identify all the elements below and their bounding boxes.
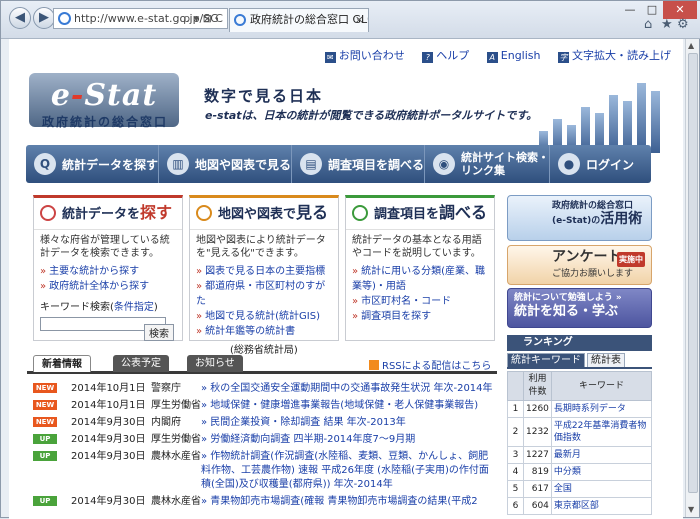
scroll-down-icon[interactable]: ▼	[688, 505, 694, 514]
advanced-search-link[interactable]: 条件指定	[114, 302, 154, 313]
link-survey-items[interactable]: 調査項目を探す	[352, 309, 488, 324]
table-row: 2 1232 平成22年基準消費者物価指数	[507, 417, 653, 447]
col-keyword: キーワード	[550, 371, 653, 401]
link-main-stats[interactable]: 主要な統計から探す	[40, 264, 176, 279]
nav-survey-items[interactable]: ▤ 調査項目を調べる	[292, 145, 426, 183]
language-icon: A	[486, 52, 498, 63]
magnifier-icon	[40, 205, 56, 221]
table-row: 5 617 全国	[507, 480, 653, 498]
text-size-link[interactable]: 字文字拡大・読み上げ	[558, 49, 671, 63]
web-page: ✉ お問い合わせ ? ヘルプ A English 字文字拡大・読み上げ e-Stat …	[9, 39, 683, 519]
map-panel-title: 地図や図表で見る	[190, 198, 338, 230]
rss-icon	[369, 360, 379, 370]
close-tab-icon[interactable]: ×	[355, 9, 364, 31]
link-classifications[interactable]: 統計に用いる分類(産業、職業等)・用語	[352, 264, 488, 294]
forward-icon[interactable]: ▶	[33, 7, 55, 29]
tab-notices[interactable]: お知らせ	[187, 355, 243, 372]
keyword-label: キーワード検索(条件指定)	[40, 302, 158, 313]
user-icon: ●	[558, 153, 581, 175]
main-nav: Q 統計データを探す ▥ 地図や図表で見る ▤ 調査項目を調べる ◉ 統計サイト検索・ …	[26, 145, 651, 183]
scrollbar-thumb[interactable]	[688, 53, 698, 493]
ranking-tabs: 統計キーワード 統計表	[507, 353, 652, 369]
vertical-scrollbar[interactable]: ▲ ▼	[685, 39, 699, 517]
contact-link[interactable]: ✉ お問い合わせ	[324, 49, 405, 63]
usage-guide-banner[interactable]: 政府統計の総合窓口 (e-Stat)の活用術	[507, 195, 652, 241]
back-icon[interactable]: ◀	[9, 7, 31, 29]
chart-icon: ▥	[167, 153, 190, 175]
link-all-stats[interactable]: 政府統計全体から探す	[40, 279, 176, 294]
link-key-indicators[interactable]: 図表で見る日本の主要指標	[196, 264, 332, 279]
tab-new-info[interactable]: 新着情報	[33, 355, 91, 372]
table-row: 1 1260 長期時系列データ	[507, 400, 653, 418]
table-row: 4 819 中分類	[507, 463, 653, 481]
document-icon: ▤	[300, 153, 323, 175]
minimize-button[interactable]: —	[619, 1, 641, 19]
tab-stat-keywords[interactable]: 統計キーワード	[507, 353, 585, 367]
nav-search-data[interactable]: Q 統計データを探す	[26, 145, 160, 183]
hero-tagline: e-statは、日本の統計が閲覧できる政府統計ポータルサイトです。	[205, 109, 538, 122]
table-row: 6 604 東京都区部	[507, 497, 653, 515]
ranking-header: ランキング	[507, 335, 652, 351]
ie-icon	[58, 12, 71, 25]
tab-publication-schedule[interactable]: 公表予定	[113, 355, 169, 372]
home-icon[interactable]: ⌂	[644, 17, 652, 32]
map-panel-desc: 地図や図表により統計データを"見える化"できます。	[196, 235, 326, 259]
link-stat-gis[interactable]: 地図で見る統計(統計GIS)	[196, 309, 332, 324]
search-icon: Q	[34, 153, 56, 175]
decorative-bar-graphic	[539, 73, 679, 153]
nav-site-search-links[interactable]: ◉ 統計サイト検索・ リンク集	[425, 145, 551, 183]
logo-subtitle: 政府統計の総合窓口	[41, 115, 168, 129]
link-yearbook[interactable]: 統計年鑑等の統計書	[196, 324, 332, 339]
document-search-icon	[352, 205, 368, 221]
address-bar[interactable]: http://www.e-stat.go.jp/SG ρ ▾ ⊠ C	[53, 8, 228, 29]
news-list: NEW2014年10月1日警察庁秋の全国交通安全運動期間中の交通事故発生状況 年…	[27, 382, 497, 512]
survey-panel-title: 調査項目を調べる	[346, 198, 494, 230]
settings-gear-icon[interactable]: ⚙	[677, 17, 689, 32]
ranking-table: 利用件数 キーワード 1 1260 長期時系列データ 2 1232 平成22年基準消費者物…	[507, 371, 653, 515]
address-actions[interactable]: ρ ▾ ⊠ C	[183, 9, 223, 28]
globe-icon: ◉	[433, 153, 456, 175]
col-hits: 利用件数	[523, 371, 552, 401]
nav-maps-charts[interactable]: ▥ 地図や図表で見る	[159, 145, 293, 183]
yearbook-note: (総務省統計局)	[230, 345, 298, 356]
english-link[interactable]: A English	[486, 49, 541, 63]
map-panel: 地図や図表で見る 地図や図表により統計データを"見える化"できます。 図表で見る…	[189, 195, 339, 356]
mail-icon: ✉	[324, 52, 336, 63]
search-panel-title: 統計データを探す	[34, 198, 182, 230]
accessibility-icon: 字	[558, 52, 569, 63]
browser-toolbar: ◀ ▶ http://www.e-stat.go.jp/SG ρ ▾ ⊠ C 政…	[1, 1, 700, 39]
utility-links: ✉ お問い合わせ ? ヘルプ A English 字文字拡大・読み上げ	[311, 47, 671, 63]
help-link[interactable]: ? ヘルプ	[422, 49, 469, 63]
link-municipality-codes[interactable]: 市区町村名・コード	[352, 294, 488, 309]
tab-stat-tables[interactable]: 統計表	[587, 353, 625, 367]
rss-link[interactable]: RSSによる配信はこちら	[369, 357, 491, 372]
nav-login[interactable]: ● ログイン	[550, 145, 651, 183]
help-icon: ?	[422, 52, 434, 63]
list-item: UP2014年9月30日農林水産省青果物卸売市場調査(確報 青果物卸売市場調査の…	[27, 495, 497, 512]
list-item: UP2014年9月30日農林水産省作物統計調査(作況調査(水陸稲、麦類、豆類、か…	[27, 450, 497, 495]
scroll-up-icon[interactable]: ▲	[688, 41, 694, 50]
search-panel-desc: 様々な府省が管理している統計データを検索できます。	[40, 235, 170, 259]
search-button[interactable]: 検索	[144, 324, 174, 341]
hero-title: 数字で見る日本	[204, 87, 324, 105]
tab-title: 政府統計の総合窓口 GL01...	[250, 13, 368, 26]
browser-window: ◀ ▶ http://www.e-stat.go.jp/SG ρ ▾ ⊠ C 政…	[0, 0, 700, 519]
list-item: UP2014年9月30日厚生労働省労働経済動向調査 四半期-2014年度7～9月…	[27, 433, 497, 450]
pie-chart-icon	[196, 205, 212, 221]
search-panel: 統計データを探す 様々な府省が管理している統計データを検索できます。 主要な統計…	[33, 195, 183, 341]
survey-panel: 調査項目を調べる 統計データの基本となる用語やコードを説明しています。 統計に用…	[345, 195, 495, 341]
link-prefecture-profile[interactable]: 都道府県・市区町村のすがた	[196, 279, 332, 309]
ongoing-badge: 実施中	[617, 252, 645, 267]
ie-tab-icon	[234, 14, 246, 26]
list-item: NEW2014年10月1日厚生労働省地域保健・健康増進事業報告(地域保健・老人保…	[27, 399, 497, 416]
survey-banner[interactable]: アンケート 実施中 ご協力お願いします	[507, 245, 652, 285]
favorites-icon[interactable]: ★	[661, 17, 673, 32]
list-item: NEW2014年10月1日警察庁秋の全国交通安全運動期間中の交通事故発生状況 年…	[27, 382, 497, 399]
list-item: NEW2014年9月30日内閣府民間企業投資・除却調査 結果 年次-2013年	[27, 416, 497, 433]
survey-panel-desc: 統計データの基本となる用語やコードを説明しています。	[352, 235, 482, 259]
learn-statistics-banner[interactable]: 統計について勉強しよう » 統計を知る・学ぶ	[507, 288, 652, 328]
table-row: 3 1227 最新月	[507, 446, 653, 464]
browser-tab[interactable]: 政府統計の総合窓口 GL01... ×	[229, 8, 369, 32]
